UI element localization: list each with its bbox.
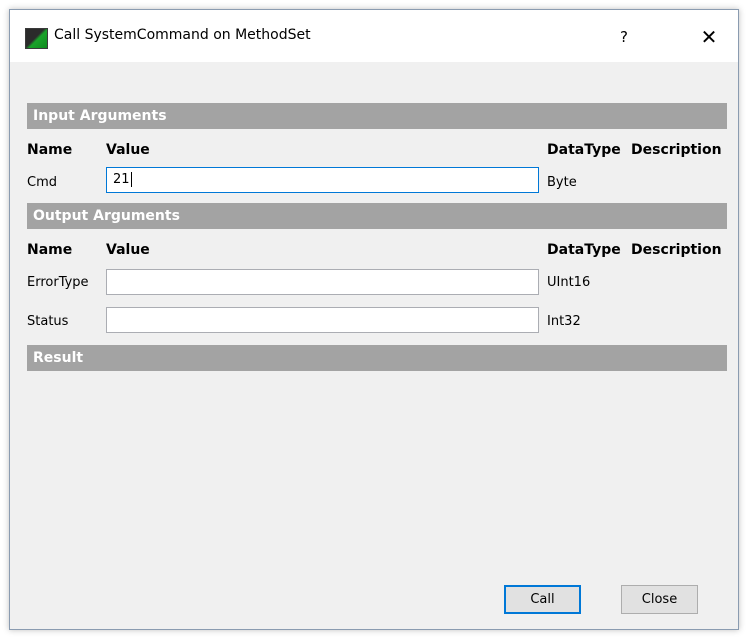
input-col-description: Description	[631, 142, 722, 158]
output-col-datatype: DataType	[547, 242, 621, 258]
output-col-name: Name	[27, 242, 73, 258]
help-button[interactable]: ?	[606, 22, 642, 52]
errortype-value-input[interactable]	[106, 269, 539, 295]
output-col-description: Description	[631, 242, 722, 258]
input-col-value: Value	[106, 142, 150, 158]
cmd-value-input[interactable]: 21	[106, 167, 539, 193]
dialog-window: Call SystemCommand on MethodSet ? ✕ Inpu…	[9, 9, 739, 630]
app-icon	[25, 28, 48, 49]
result-header: Result	[27, 345, 727, 371]
input-row-datatype: Byte	[547, 175, 577, 190]
input-col-datatype: DataType	[547, 142, 621, 158]
output-row-datatype-status: Int32	[547, 314, 581, 329]
input-col-name: Name	[27, 142, 73, 158]
output-col-value: Value	[106, 242, 150, 258]
output-arguments-header: Output Arguments	[27, 203, 727, 229]
output-row-datatype-errortype: UInt16	[547, 275, 591, 290]
window-title: Call SystemCommand on MethodSet	[54, 27, 311, 43]
close-window-button[interactable]: ✕	[691, 22, 727, 52]
input-row-name: Cmd	[27, 175, 57, 190]
close-button[interactable]: Close	[621, 585, 698, 614]
output-row-name-status: Status	[27, 314, 69, 329]
call-button[interactable]: Call	[504, 585, 581, 614]
status-value-input[interactable]	[106, 307, 539, 333]
output-row-name-errortype: ErrorType	[27, 275, 89, 290]
input-arguments-header: Input Arguments	[27, 103, 727, 129]
title-bar: Call SystemCommand on MethodSet ? ✕	[10, 10, 738, 62]
text-caret	[130, 172, 132, 187]
cmd-value-text: 21	[113, 172, 130, 187]
